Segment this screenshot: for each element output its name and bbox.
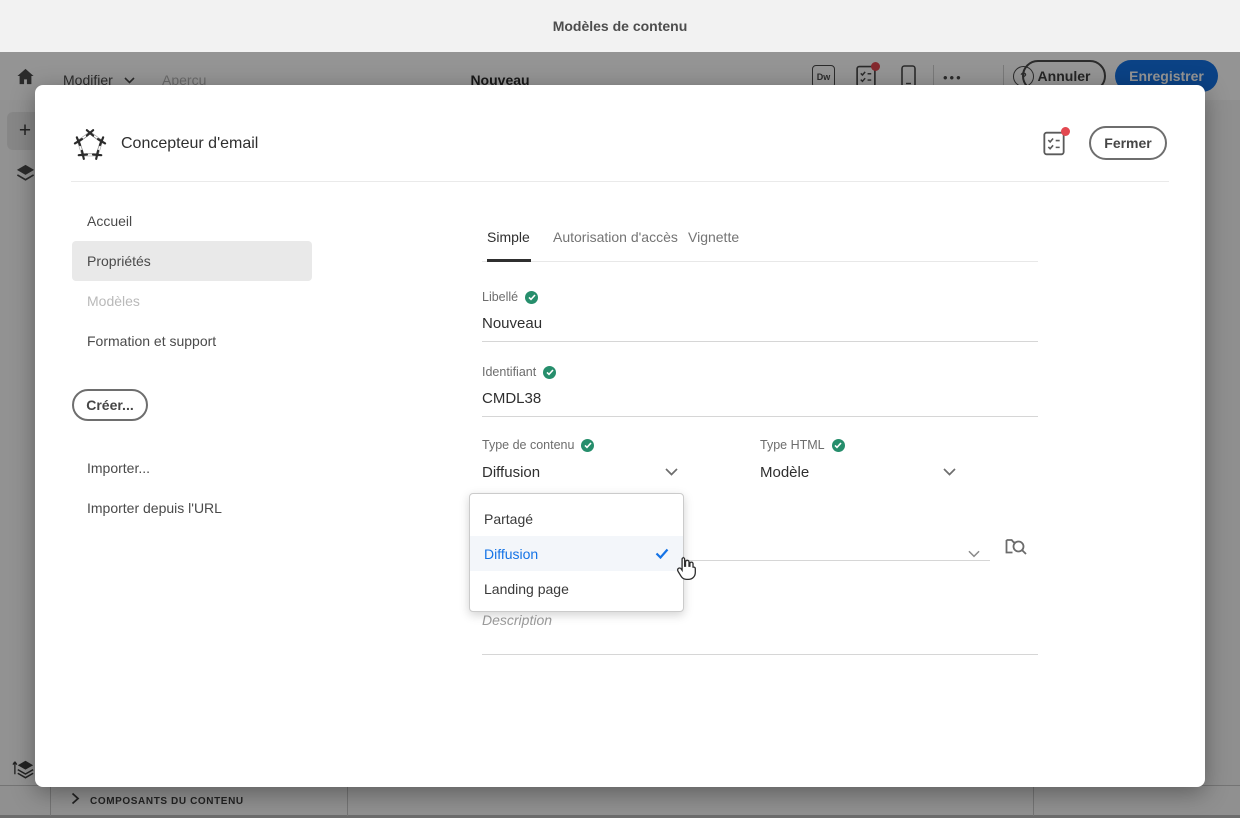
select-value: Modèle <box>760 463 810 481</box>
valid-check-icon <box>831 438 845 452</box>
identifiant-input[interactable] <box>482 386 1038 410</box>
app-header: Modèles de contenu <box>0 0 1240 52</box>
email-designer-logo <box>72 127 108 168</box>
dialog-title: Concepteur d'email <box>121 135 259 152</box>
tab-simple[interactable]: Simple <box>487 229 530 245</box>
sidebar-item-label: Formation et support <box>87 333 217 349</box>
libelle-label-row: Libellé <box>482 289 1038 305</box>
valid-check-icon <box>581 438 595 452</box>
importer-link[interactable]: Importer... <box>87 460 150 476</box>
checklist-icon[interactable] <box>1042 127 1070 156</box>
type-contenu-dropdown: Partagé Diffusion Landing page <box>469 493 684 612</box>
sidebar-item-accueil[interactable]: Accueil <box>72 201 312 241</box>
chevron-down-icon <box>943 468 956 476</box>
description-field <box>482 609 1038 655</box>
header-divider <box>71 181 1169 182</box>
valid-check-icon <box>543 365 557 379</box>
type-html-select[interactable]: Modèle <box>760 461 956 483</box>
field-label: Identifiant <box>482 365 537 379</box>
check-icon <box>655 548 669 559</box>
properties-tabs: Simple Autorisation d'accès Vignette <box>482 225 1038 262</box>
sidebar-item-formation[interactable]: Formation et support <box>72 321 312 361</box>
notification-dot <box>1061 127 1070 136</box>
type-html-label-row: Type HTML <box>760 437 956 453</box>
fermer-button[interactable]: Fermer <box>1089 126 1167 160</box>
dropdown-option-diffusion[interactable]: Diffusion <box>470 536 683 571</box>
libelle-input[interactable] <box>482 311 1038 335</box>
importer-url-link[interactable]: Importer depuis l'URL <box>87 500 222 516</box>
select-value: Diffusion <box>482 463 541 481</box>
identifiant-field: Identifiant <box>482 364 1038 417</box>
creer-button[interactable]: Créer... <box>72 389 148 421</box>
identifiant-label-row: Identifiant <box>482 364 1038 380</box>
type-contenu-field: Type de contenu Diffusion <box>482 437 678 483</box>
sidebar-item-label: Accueil <box>87 213 133 229</box>
description-input[interactable] <box>482 609 1038 631</box>
tab-vignette[interactable]: Vignette <box>688 229 739 245</box>
folder-search-icon[interactable] <box>1004 534 1028 563</box>
option-label: Landing page <box>484 580 569 597</box>
sidebar-item-proprietes[interactable]: Propriétés <box>72 241 312 281</box>
field-label: Type HTML <box>760 438 825 452</box>
option-label: Partagé <box>484 510 534 527</box>
chevron-down-icon <box>665 468 678 476</box>
type-contenu-label-row: Type de contenu <box>482 437 678 453</box>
active-tab-underline <box>487 259 531 262</box>
valid-check-icon <box>525 290 539 304</box>
libelle-field: Libellé <box>482 289 1038 342</box>
field-label: Type de contenu <box>482 438 575 452</box>
chevron-down-icon[interactable] <box>968 545 980 563</box>
page-title: Modèles de contenu <box>552 18 688 34</box>
type-html-field: Type HTML Modèle <box>760 437 956 483</box>
type-contenu-select[interactable]: Diffusion <box>482 461 678 483</box>
dropdown-option-landing-page[interactable]: Landing page <box>470 571 683 606</box>
mouse-cursor <box>675 555 696 586</box>
sidebar-item-label: Modèles <box>87 293 140 309</box>
option-label: Diffusion <box>484 545 539 562</box>
sidebar-item-modeles: Modèles <box>72 281 312 321</box>
field-label: Libellé <box>482 290 519 304</box>
email-designer-dialog: Concepteur d'email Fermer Accueil Propri… <box>35 85 1205 787</box>
sidebar-item-label: Propriétés <box>87 253 151 269</box>
dropdown-option-partage[interactable]: Partagé <box>470 501 683 536</box>
tab-autorisation[interactable]: Autorisation d'accès <box>553 229 678 245</box>
